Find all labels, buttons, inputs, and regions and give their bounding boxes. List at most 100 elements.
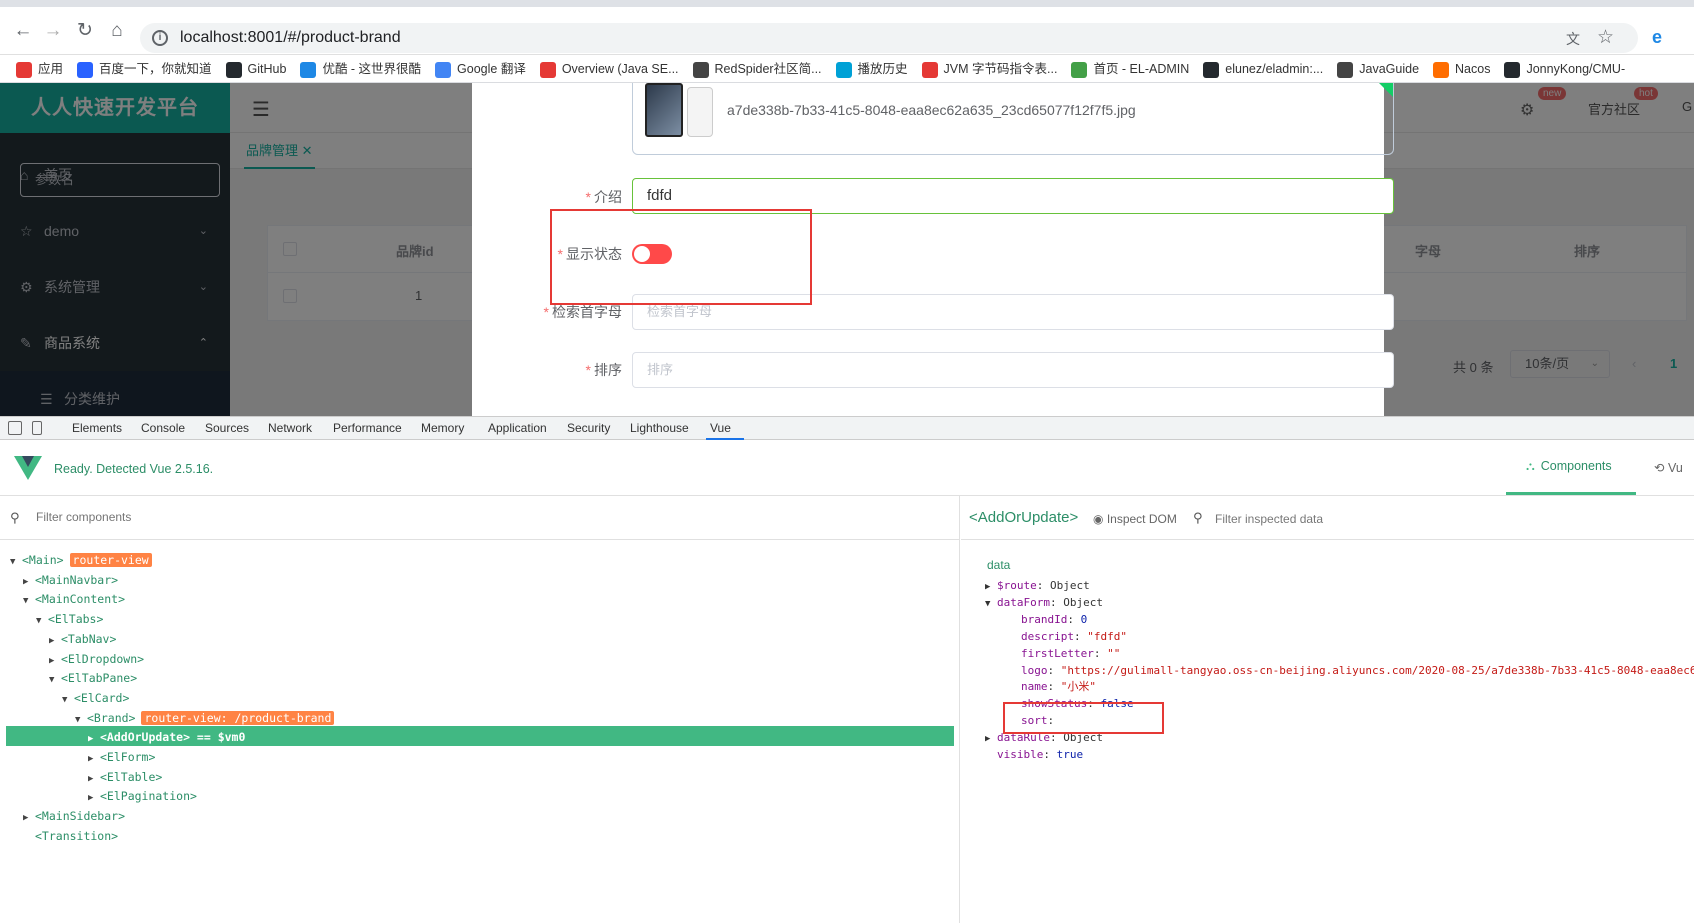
- bookmark-item[interactable]: JonnyKong/CMU-: [1500, 55, 1631, 82]
- web-page: 人人快速开发平台 ⌂首页☆demo⌄⚙系统管理⌄✎商品系统⌃☰分类维护 ☰ ⚙ …: [0, 83, 1694, 416]
- tree-node-label: <ElCard>: [74, 690, 130, 705]
- devtools-tab[interactable]: Network: [268, 421, 312, 435]
- star-icon[interactable]: ☆: [1597, 26, 1614, 49]
- caret-down-icon[interactable]: ▼: [62, 690, 74, 710]
- tree-node[interactable]: ▶ <ElForm>: [88, 747, 155, 767]
- tree-node[interactable]: ▶ <TabNav>: [49, 629, 116, 649]
- caret-down-icon[interactable]: ▼: [10, 552, 22, 572]
- bookmark-label: 播放历史: [857, 62, 908, 76]
- translate-icon[interactable]: 文: [1566, 29, 1580, 49]
- descript-label: * 介绍: [585, 189, 622, 205]
- caret-down-icon[interactable]: ▼: [36, 611, 48, 631]
- inspect-dom-button[interactable]: ◉ Inspect DOM: [1093, 512, 1177, 526]
- reload-icon[interactable]: ↻: [74, 20, 96, 42]
- property-key: $route: [997, 579, 1037, 592]
- colon-separator: :: [1047, 680, 1061, 694]
- property-value: 0: [1080, 612, 1088, 626]
- property-value: "小米": [1060, 680, 1096, 694]
- tree-node[interactable]: ▼ <Brand> router-view: /product-brand: [75, 708, 335, 730]
- data-property-row[interactable]: ▶ $route: Object: [985, 577, 1090, 595]
- tree-node[interactable]: ▶ <MainNavbar>: [23, 570, 118, 590]
- devtools-tab[interactable]: Sources: [205, 421, 249, 435]
- tree-node[interactable]: ▼ <ElCard>: [62, 688, 129, 708]
- tree-node[interactable]: ▼ <ElTabPane>: [49, 668, 137, 688]
- devtools-tab[interactable]: Elements: [72, 421, 122, 435]
- tree-node[interactable]: ▼ <ElTabs>: [36, 609, 103, 629]
- bookmark-item[interactable]: 应用: [12, 55, 69, 82]
- bookmark-label: Google 翻译: [457, 62, 526, 76]
- extension-icon[interactable]: e: [1652, 27, 1674, 49]
- bookmark-item[interactable]: 优酷 - 这世界很酷: [296, 55, 427, 82]
- sort-input[interactable]: 排序: [632, 352, 1394, 388]
- bookmark-item[interactable]: elunez/eladmin:...: [1199, 55, 1329, 82]
- filter-components-input[interactable]: [36, 510, 336, 524]
- property-value: "fdfd": [1087, 629, 1127, 643]
- back-icon[interactable]: ←: [12, 20, 34, 42]
- filter-inspected-input[interactable]: Filter inspected data: [1215, 512, 1323, 526]
- caret-down-icon[interactable]: ▼: [49, 670, 61, 690]
- devtools-tab-bar: Elements Console Sources Network Performance…: [0, 416, 1694, 440]
- devtools-tab[interactable]: Application: [488, 421, 547, 435]
- vuex-tab[interactable]: ⟲ Vu: [1654, 460, 1683, 475]
- tree-node-label: <Main>: [22, 553, 64, 567]
- bookmark-item[interactable]: RedSpider社区简...: [689, 55, 828, 82]
- sort-label-text: 排序: [594, 362, 622, 378]
- bookmark-item[interactable]: 首页 - EL-ADMIN: [1067, 55, 1195, 82]
- history-icon: ⟲: [1654, 461, 1665, 475]
- devtools-tab[interactable]: Lighthouse: [630, 421, 689, 435]
- forward-icon[interactable]: →: [42, 20, 64, 42]
- bookmark-favicon-icon: [921, 61, 938, 78]
- tree-node[interactable]: ▼ <Main> router-view: [10, 550, 152, 570]
- bookmark-favicon-icon: [1071, 61, 1088, 78]
- bookmark-item[interactable]: GitHub: [222, 55, 293, 82]
- tree-node-label: <ElTabs>: [48, 612, 104, 627]
- tree-node[interactable]: ▶ <ElDropdown>: [49, 649, 144, 669]
- devtools-tab[interactable]: Memory: [421, 421, 464, 435]
- bookmark-item[interactable]: Nacos: [1429, 55, 1496, 82]
- bookmark-favicon-icon: [1203, 61, 1220, 78]
- colon-separator: :: [1093, 646, 1108, 660]
- info-icon[interactable]: i: [152, 30, 168, 46]
- bookmark-favicon-icon: [539, 61, 556, 78]
- components-tab[interactable]: ⛬ Components: [1506, 440, 1636, 495]
- tree-node[interactable]: ▶ <ElPagination>: [88, 786, 197, 806]
- omnibox[interactable]: i localhost:8001/#/product-brand 文 ☆: [140, 23, 1638, 53]
- colon-separator: :: [1047, 663, 1061, 677]
- tree-node[interactable]: ▶ <ElTable>: [88, 767, 162, 787]
- caret-down-icon[interactable]: ▼: [75, 710, 87, 730]
- first-letter-label-text: 检索首字母: [552, 304, 622, 320]
- tree-node[interactable]: <Transition>: [23, 826, 118, 846]
- inspect-element-icon[interactable]: [8, 421, 22, 435]
- sort-label: * 排序: [585, 362, 622, 378]
- colon-separator: :: [1036, 579, 1050, 592]
- devtools-tab[interactable]: Performance: [333, 421, 402, 435]
- bookmark-item[interactable]: 百度一下，你就知道: [73, 55, 218, 82]
- data-property-row[interactable]: ▼ dataForm: Object: [985, 594, 1103, 612]
- descript-label-text: 介绍: [594, 189, 622, 205]
- devtools-tab[interactable]: Console: [141, 421, 185, 435]
- tree-node[interactable]: ▶ <MainSidebar>: [23, 806, 125, 826]
- device-toolbar-icon[interactable]: [32, 421, 42, 435]
- bookmark-item[interactable]: Overview (Java SE...: [536, 55, 685, 82]
- devtools-tab[interactable]: Security: [567, 421, 610, 435]
- tree-node[interactable]: ▶ <AddOrUpdate> == $vm0: [88, 727, 245, 747]
- data-section-title: data: [987, 558, 1011, 572]
- bookmark-favicon-icon: [435, 61, 452, 78]
- bookmark-item[interactable]: JavaGuide: [1333, 55, 1425, 82]
- devtools-tab[interactable]: Vue: [710, 421, 731, 435]
- search-icon: ⚲: [1193, 510, 1203, 525]
- bookmark-favicon-icon: [1504, 61, 1521, 78]
- data-property-row: logo: "https://gulimall-tangyao.oss-cn-b…: [1009, 662, 1694, 680]
- logo-file-name: a7de338b-7b33-41c5-8048-eaa8ec62a635_23c…: [727, 102, 1136, 118]
- tree-node[interactable]: ▼ <MainContent>: [23, 589, 125, 609]
- property-value: true: [1056, 748, 1084, 761]
- tree-node-label: <ElTabPane>: [61, 671, 138, 686]
- home-icon[interactable]: ⌂: [106, 20, 128, 42]
- bookmark-favicon-icon: [225, 61, 242, 78]
- url-text[interactable]: localhost:8001/#/product-brand: [180, 29, 401, 47]
- bookmark-item[interactable]: 播放历史: [832, 55, 914, 82]
- bookmark-item[interactable]: JVM 字节码指令表...: [918, 55, 1064, 82]
- caret-down-icon[interactable]: ▼: [23, 591, 35, 611]
- caret-down-icon[interactable]: ▼: [985, 595, 997, 613]
- bookmark-item[interactable]: Google 翻译: [431, 55, 532, 82]
